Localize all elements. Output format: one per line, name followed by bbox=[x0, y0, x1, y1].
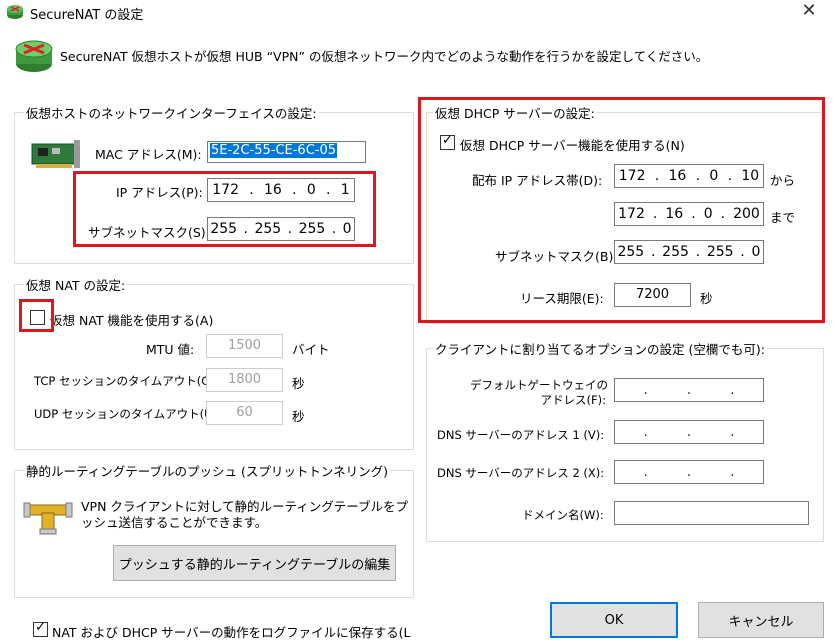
highlight-box bbox=[19, 299, 54, 332]
gateway-label-line2: アドレス(F): bbox=[540, 393, 606, 407]
router-icon bbox=[15, 40, 53, 72]
tcp-timeout-field[interactable]: 1800 bbox=[206, 368, 283, 392]
cancel-button[interactable]: キャンセル bbox=[698, 602, 824, 638]
client-options-group-title: クライアントに割り当てるオプションの設定 (空欄でも可): bbox=[433, 339, 767, 358]
tcp-timeout-unit: 秒 bbox=[292, 376, 305, 391]
nat-enable-label[interactable]: 仮想 NAT 機能を使用する(A) bbox=[50, 310, 213, 329]
mac-address-field[interactable]: 5E-2C-55-CE-6C-05 bbox=[207, 141, 366, 163]
gateway-label-line1: デフォルトゲートウェイの bbox=[470, 378, 608, 392]
router-icon bbox=[7, 5, 23, 19]
ok-button[interactable]: OK bbox=[550, 602, 678, 638]
mac-address-value: 5E-2C-55-CE-6C-05 bbox=[210, 143, 338, 158]
dns1-label: DNS サーバーのアドレス 1 (V): bbox=[437, 428, 605, 442]
dns2-field[interactable]: ... bbox=[614, 460, 764, 484]
domain-label: ドメイン名(W): bbox=[522, 508, 604, 522]
highlight-box bbox=[418, 97, 825, 323]
mac-label: MAC アドレス(M): bbox=[95, 147, 202, 162]
highlight-box bbox=[73, 171, 376, 247]
window-title: SecureNAT の設定 bbox=[30, 8, 144, 23]
dns1-field[interactable]: ... bbox=[614, 420, 764, 444]
log-enable-label[interactable]: NAT および DHCP サーバーの動作をログファイルに保存する(L bbox=[52, 622, 411, 641]
header-description: SecureNAT 仮想ホストが仮想 HUB “VPN” の仮想ネットワーク内で… bbox=[60, 49, 709, 64]
close-icon[interactable]: ✕ bbox=[794, 0, 824, 21]
udp-timeout-label: UDP セッションのタイムアウト(U): bbox=[34, 407, 221, 421]
dns2-label: DNS サーバーのアドレス 2 (X): bbox=[437, 466, 605, 480]
network-card-icon bbox=[31, 140, 80, 168]
mtu-label: MTU 値: bbox=[146, 342, 195, 357]
title-bar: SecureNAT の設定 ✕ bbox=[0, 0, 834, 26]
nat-group bbox=[14, 284, 414, 450]
tcp-timeout-label: TCP セッションのタイムアウト(C): bbox=[34, 374, 218, 388]
edit-routing-table-button[interactable]: プッシュする静的ルーティングテーブルの編集 bbox=[113, 545, 396, 581]
gateway-field[interactable]: ... bbox=[614, 378, 764, 402]
pipe-icon bbox=[23, 502, 73, 535]
udp-timeout-field[interactable]: 60 bbox=[206, 401, 283, 425]
mtu-field[interactable]: 1500 bbox=[206, 334, 283, 358]
mtu-unit: バイト bbox=[292, 342, 330, 357]
virtual-host-group-title: 仮想ホストのネットワークインターフェイスの設定: bbox=[24, 103, 319, 122]
domain-field[interactable] bbox=[614, 501, 809, 525]
routing-desc-line2: ッシュ送信することができます。 bbox=[81, 515, 268, 530]
nat-group-title: 仮想 NAT の設定: bbox=[24, 275, 128, 294]
routing-group-title: 静的ルーティングテーブルのプッシュ (スプリットトンネリング) bbox=[24, 461, 390, 480]
udp-timeout-unit: 秒 bbox=[292, 409, 305, 424]
log-enable-checkbox[interactable]: ✓ bbox=[33, 620, 48, 637]
checkmark-icon: ✓ bbox=[35, 620, 46, 635]
